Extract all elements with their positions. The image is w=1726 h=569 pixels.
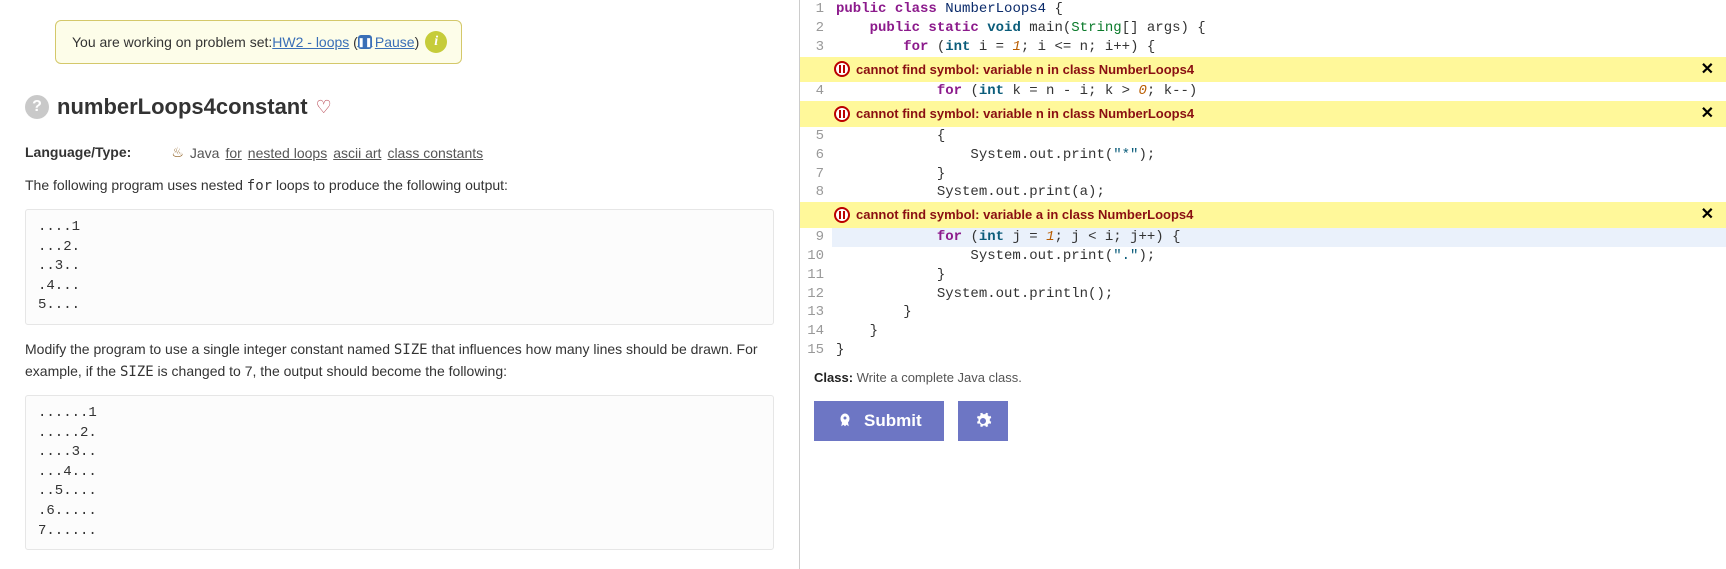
error-icon [834,106,850,122]
code-content[interactable]: } [832,303,1726,322]
code-line[interactable]: 9 for (int j = 1; j < i; j++) { [800,228,1726,247]
code-line[interactable]: 12 System.out.println(); [800,285,1726,304]
gear-icon [974,412,992,430]
close-icon[interactable]: ✕ [1695,204,1720,226]
notice-prefix: You are working on problem set: [72,34,272,50]
code-content[interactable]: public class NumberLoops4 { [832,0,1726,19]
code-content[interactable]: } [832,266,1726,285]
line-number: 1 [800,0,832,19]
line-number: 9 [800,228,832,247]
code-editor[interactable]: 1public class NumberLoops4 {2 public sta… [800,0,1726,360]
line-number: 15 [800,341,832,360]
line-number: 5 [800,127,832,146]
description-2: Modify the program to use a single integ… [25,339,774,383]
code-content[interactable]: public static void main(String[] args) { [832,19,1726,38]
code-content[interactable]: System.out.print(a); [832,183,1726,202]
close-icon[interactable]: ✕ [1695,103,1720,125]
class-hint-label: Class: [814,370,853,385]
pause-link[interactable]: ❚❚ Pause [358,34,415,50]
language-type-label: Language/Type: [25,144,131,160]
code-line[interactable]: 13 } [800,303,1726,322]
language-name: Java [190,145,220,161]
code-line[interactable]: 2 public static void main(String[] args)… [800,19,1726,38]
code-content[interactable]: for (int j = 1; j < i; j++) { [832,228,1726,247]
line-number: 6 [800,146,832,165]
code-content[interactable]: System.out.print("."); [832,247,1726,266]
tag-link[interactable]: class constants [387,145,483,161]
code-line[interactable]: 10 System.out.print("."); [800,247,1726,266]
class-hint: Class: Write a complete Java class. [800,360,1726,395]
compile-error-row: cannot find symbol: variable n in class … [800,57,1726,83]
description-1: The following program uses nested for lo… [25,175,774,197]
code-content[interactable]: for (int k = n - i; k > 0; k--) [832,82,1726,101]
problem-set-link[interactable]: HW2 - loops [272,34,349,50]
line-number: 10 [800,247,832,266]
code-content[interactable]: for (int i = 1; i <= n; i++) { [832,38,1726,57]
problem-panel: You are working on problem set: HW2 - lo… [0,0,800,569]
code-content[interactable]: } [832,341,1726,360]
question-icon: ? [25,95,49,119]
problem-set-notice: You are working on problem set: HW2 - lo… [55,20,462,64]
code-content[interactable]: System.out.print("*"); [832,146,1726,165]
line-number: 14 [800,322,832,341]
compile-error-row: cannot find symbol: variable n in class … [800,101,1726,127]
line-number: 13 [800,303,832,322]
tag-link[interactable]: for [225,145,241,161]
code-line[interactable]: 4 for (int k = n - i; k > 0; k--) [800,82,1726,101]
code-line[interactable]: 8 System.out.print(a); [800,183,1726,202]
code-line[interactable]: 14 } [800,322,1726,341]
code-line[interactable]: 11 } [800,266,1726,285]
code-line[interactable]: 3 for (int i = 1; i <= n; i++) { [800,38,1726,57]
class-hint-text: Write a complete Java class. [853,370,1022,385]
line-number: 8 [800,183,832,202]
expected-output-2: ......1 .....2. ....3.. ...4... ..5.... … [25,395,774,550]
line-number: 11 [800,266,832,285]
code-line[interactable]: 5 { [800,127,1726,146]
code-content[interactable]: System.out.println(); [832,285,1726,304]
error-message: cannot find symbol: variable n in class … [856,61,1695,79]
favorite-icon[interactable]: ♡ [316,97,332,118]
code-content[interactable]: } [832,165,1726,184]
button-row: Submit [800,395,1726,447]
line-number: 12 [800,285,832,304]
info-icon[interactable]: i [425,31,447,53]
error-icon [834,207,850,223]
error-message: cannot find symbol: variable n in class … [856,105,1695,123]
submit-label: Submit [864,411,922,431]
error-icon [834,61,850,77]
rocket-icon [836,412,854,430]
code-line[interactable]: 1public class NumberLoops4 { [800,0,1726,19]
line-number: 4 [800,82,832,101]
java-icon: ♨ [171,144,184,161]
code-line[interactable]: 6 System.out.print("*"); [800,146,1726,165]
code-line[interactable]: 7 } [800,165,1726,184]
pause-icon: ❚❚ [358,35,372,49]
language-type-value: ♨ Java for nested loops ascii art class … [171,144,483,161]
line-number: 7 [800,165,832,184]
pause-label: Pause [375,34,415,50]
language-type-row: Language/Type: ♨ Java for nested loops a… [25,144,774,161]
code-content[interactable]: } [832,322,1726,341]
line-number: 3 [800,38,832,57]
problem-title-row: ? numberLoops4constant ♡ [25,94,774,120]
problem-title: numberLoops4constant [57,94,308,120]
code-content[interactable]: { [832,127,1726,146]
close-icon[interactable]: ✕ [1695,59,1720,81]
line-number: 2 [800,19,832,38]
editor-panel: 1public class NumberLoops4 {2 public sta… [800,0,1726,569]
compile-error-row: cannot find symbol: variable a in class … [800,202,1726,228]
error-message: cannot find symbol: variable a in class … [856,206,1695,224]
submit-button[interactable]: Submit [814,401,944,441]
tag-link[interactable]: ascii art [333,145,381,161]
code-line[interactable]: 15} [800,341,1726,360]
settings-button[interactable] [958,401,1008,441]
expected-output-1: ....1 ...2. ..3.. .4... 5.... [25,209,774,325]
tag-link[interactable]: nested loops [248,145,327,161]
